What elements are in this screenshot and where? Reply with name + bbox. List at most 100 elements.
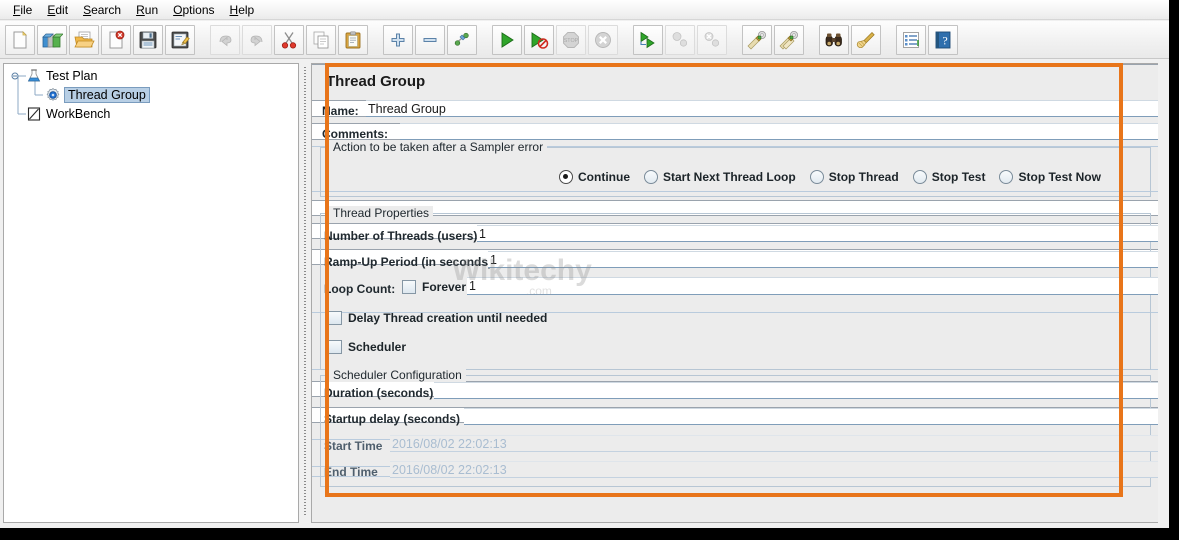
toolbar-group-remote: [628, 25, 732, 55]
undo-icon[interactable]: [210, 25, 240, 55]
scheduler-checkbox[interactable]: Scheduler: [328, 340, 406, 354]
help-icon[interactable]: ?: [928, 25, 958, 55]
stop-icon[interactable]: STOP: [556, 25, 586, 55]
main-split-pane: Test Plan Thread Group: [0, 60, 1169, 528]
radio-label: Stop Test: [932, 170, 986, 184]
expand-all-icon[interactable]: [383, 25, 413, 55]
name-input[interactable]: [366, 100, 1158, 117]
start-icon[interactable]: [492, 25, 522, 55]
thread-group-config-panel: Thread Group Name: Comments: Action to b…: [311, 63, 1158, 523]
radio-label: Stop Thread: [829, 170, 899, 184]
number-of-threads-label: Number of Threads (users):: [324, 229, 481, 243]
menu-options[interactable]: Options: [166, 2, 222, 18]
radio-continue[interactable]: Continue: [559, 170, 630, 184]
name-label: Name:: [322, 104, 359, 118]
split-pane-divider[interactable]: [301, 63, 309, 523]
radio-indicator: [810, 170, 824, 184]
toolbar-group-search: [814, 25, 886, 55]
tree-node-label: Test Plan: [46, 69, 97, 83]
menu-help[interactable]: Help: [223, 2, 263, 18]
radio-label: Start Next Thread Loop: [663, 170, 796, 184]
loop-count-input[interactable]: [467, 277, 1158, 295]
thread-properties-legend: Thread Properties: [329, 206, 433, 220]
save-as-icon[interactable]: [165, 25, 195, 55]
search-icon[interactable]: [819, 25, 849, 55]
save-icon[interactable]: [133, 25, 163, 55]
radio-indicator: [559, 170, 573, 184]
menu-run[interactable]: Run: [129, 2, 166, 18]
thread-group-icon: [45, 87, 61, 103]
menu-search[interactable]: Search: [76, 2, 129, 18]
collapse-all-icon[interactable]: [415, 25, 445, 55]
start-time-input[interactable]: [390, 435, 1158, 452]
close-icon[interactable]: [101, 25, 131, 55]
tree-node-workbench[interactable]: WorkBench: [26, 106, 110, 122]
comments-label: Comments:: [322, 127, 388, 141]
menu-bar: File Edit Search Run Options Help: [0, 0, 1169, 20]
comments-input[interactable]: [400, 123, 1158, 140]
radio-start-next-thread-loop[interactable]: Start Next Thread Loop: [644, 170, 796, 184]
start-time-label: Start Time: [324, 439, 382, 453]
radio-indicator: [913, 170, 927, 184]
number-of-threads-input[interactable]: [477, 225, 1158, 242]
workbench-icon: [26, 106, 42, 122]
svg-text:STOP: STOP: [564, 38, 579, 44]
radio-stop-test[interactable]: Stop Test: [913, 170, 986, 184]
open-icon[interactable]: [69, 25, 99, 55]
delay-thread-creation-checkbox[interactable]: Delay Thread creation until needed: [328, 311, 547, 325]
radio-indicator: [644, 170, 658, 184]
forever-label: Forever: [422, 280, 466, 294]
tree-node-test-plan[interactable]: Test Plan: [26, 68, 97, 84]
delay-thread-creation-label: Delay Thread creation until needed: [348, 311, 547, 325]
tree-connector-lines: [4, 64, 299, 523]
remote-stop-all-icon[interactable]: [665, 25, 695, 55]
toolbar-group-edit: [205, 25, 373, 55]
toolbar-group-clear: [737, 25, 809, 55]
shutdown-icon[interactable]: [588, 25, 618, 55]
tree-node-label: Thread Group: [64, 87, 150, 103]
scheduler-label: Scheduler: [348, 340, 406, 354]
test-plan-tree[interactable]: Test Plan Thread Group: [3, 63, 299, 523]
test-plan-icon: [26, 68, 42, 84]
toggle-icon[interactable]: [447, 25, 477, 55]
menu-edit[interactable]: Edit: [40, 2, 76, 18]
radio-label: Continue: [578, 170, 630, 184]
toolbar: STOP: [0, 21, 1169, 59]
copy-icon[interactable]: [306, 25, 336, 55]
svg-text:?: ?: [942, 33, 947, 47]
startup-delay-input[interactable]: [464, 408, 1158, 425]
window-right-edge: [1158, 120, 1169, 528]
toolbar-group-tree: [378, 25, 482, 55]
radio-label: Stop Test Now: [1018, 170, 1100, 184]
radio-stop-test-now[interactable]: Stop Test Now: [999, 170, 1100, 184]
remote-start-all-icon[interactable]: [633, 25, 663, 55]
checkbox-indicator: [402, 280, 416, 294]
remote-shutdown-all-icon[interactable]: [697, 25, 727, 55]
checkbox-indicator: [328, 340, 342, 354]
startup-delay-label: Startup delay (seconds): [324, 412, 460, 426]
function-helper-icon[interactable]: [896, 25, 926, 55]
paste-icon[interactable]: [338, 25, 368, 55]
toolbar-group-file: [0, 25, 200, 55]
end-time-input[interactable]: [390, 461, 1158, 478]
redo-icon[interactable]: [242, 25, 272, 55]
templates-icon[interactable]: [37, 25, 67, 55]
tree-node-label: WorkBench: [46, 107, 110, 121]
clear-icon[interactable]: [742, 25, 772, 55]
duration-input[interactable]: [434, 382, 1158, 399]
tree-node-thread-group[interactable]: Thread Group: [45, 87, 150, 103]
toolbar-group-help: ?: [891, 25, 963, 55]
new-icon[interactable]: [5, 25, 35, 55]
forever-checkbox[interactable]: Forever: [402, 280, 466, 294]
menu-file[interactable]: File: [6, 2, 40, 18]
checkbox-indicator: [328, 311, 342, 325]
start-no-pauses-icon[interactable]: [524, 25, 554, 55]
loop-count-label: Loop Count:: [324, 282, 395, 296]
ramp-up-period-label: Ramp-Up Period (in seconds):: [324, 255, 496, 269]
search-reset-icon[interactable]: [851, 25, 881, 55]
radio-stop-thread[interactable]: Stop Thread: [810, 170, 899, 184]
cut-icon[interactable]: [274, 25, 304, 55]
sampler-error-legend: Action to be taken after a Sampler error: [329, 140, 547, 154]
ramp-up-period-input[interactable]: [488, 251, 1158, 268]
clear-all-icon[interactable]: [774, 25, 804, 55]
